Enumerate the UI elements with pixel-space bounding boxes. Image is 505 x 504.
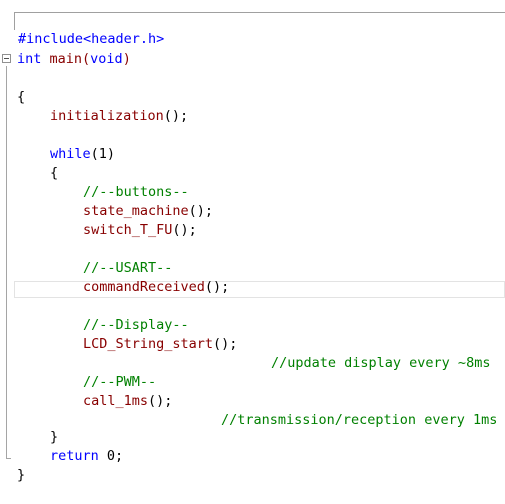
code-line-comment-usart[interactable]: //--USART--: [0, 240, 505, 276]
collapse-toggle-icon[interactable]: [2, 54, 11, 63]
code-line-initialization[interactable]: initialization();: [0, 88, 505, 124]
code-line-close-brace[interactable]: }: [0, 447, 505, 483]
call-1ms-tail: ();: [148, 393, 173, 409]
code-line-state-machine[interactable]: state_machine();: [0, 183, 505, 219]
code-line-include[interactable]: #include<header.h>: [0, 11, 505, 47]
include-directive: #include<header.h>: [18, 31, 165, 47]
command-received-tail: ();: [204, 279, 230, 295]
main-close-paren: ): [122, 51, 131, 67]
code-line-comment-display[interactable]: //--Display--: [0, 297, 505, 333]
code-editor[interactable]: #include<header.h> int main(void) { init…: [0, 0, 505, 483]
code-line-switch[interactable]: switch_T_FU();: [0, 202, 505, 238]
code-line-return[interactable]: return 0;: [0, 428, 505, 464]
lcd-tail: ();: [213, 336, 238, 352]
code-line-command-received[interactable]: commandReceived();: [0, 259, 505, 295]
initialization-call: initialization: [50, 108, 164, 124]
code-line-main[interactable]: int main(void): [0, 50, 505, 69]
code-line-lcd[interactable]: LCD_String_start(); //update display eve…: [0, 316, 505, 371]
code-line-comment-buttons[interactable]: //--buttons--: [0, 164, 505, 200]
code-line-open-brace[interactable]: {: [0, 69, 505, 105]
keyword-void: void: [90, 51, 123, 67]
code-line-call-1ms[interactable]: call_1ms(); //transmission/reception eve…: [0, 373, 505, 428]
lcd-string-start-call: LCD_String_start: [83, 336, 214, 352]
code-line-while-open[interactable]: {: [0, 145, 505, 181]
main-function-name: main(: [41, 51, 91, 67]
initialization-tail: ();: [163, 108, 189, 124]
code-line-while-close[interactable]: }: [0, 409, 505, 445]
keyword-int: int: [17, 51, 42, 67]
command-received-call: commandReceived: [83, 279, 205, 295]
call-1ms-call: call_1ms: [83, 393, 149, 409]
code-line-comment-pwm[interactable]: //--PWM--: [0, 354, 505, 390]
code-line-while[interactable]: while(1): [0, 126, 505, 162]
close-brace: }: [17, 467, 26, 483]
switch-call: switch_T_FU: [83, 222, 173, 238]
switch-tail: ();: [172, 222, 197, 238]
